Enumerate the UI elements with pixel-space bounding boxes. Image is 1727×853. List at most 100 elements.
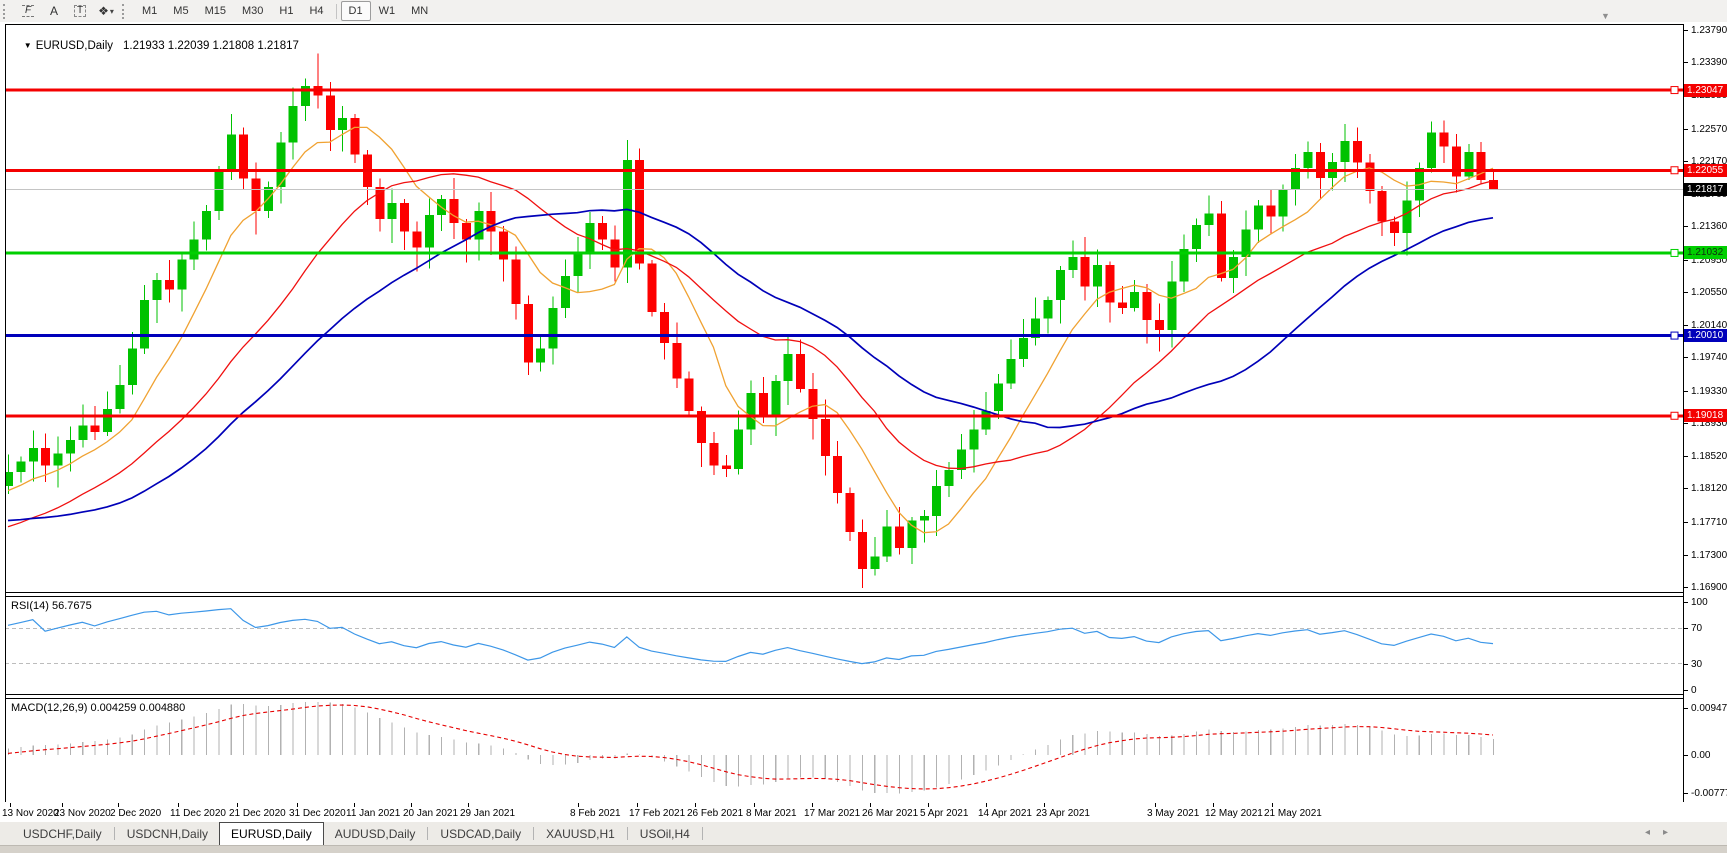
date-tick xyxy=(637,803,638,807)
candle-body xyxy=(1018,338,1028,360)
timeframe-button-d1[interactable]: D1 xyxy=(340,1,371,21)
text-tool-icon[interactable]: T xyxy=(67,2,93,20)
toolbar-grip-2[interactable] xyxy=(122,3,128,19)
chevron-down-icon[interactable]: ▾ xyxy=(110,7,114,16)
timeframe-button-m15[interactable]: M15 xyxy=(197,1,234,21)
text-tool-glyph: T xyxy=(73,5,87,17)
candle-body xyxy=(1303,152,1313,169)
line-handle[interactable] xyxy=(1670,331,1679,340)
ma-line-8[interactable] xyxy=(7,126,1494,534)
candle-body xyxy=(338,118,348,131)
candle-body xyxy=(969,429,979,450)
tab-usdcad-daily[interactable]: USDCAD,Daily xyxy=(429,823,532,845)
tab-eurusd-daily[interactable]: EURUSD,Daily xyxy=(219,822,324,845)
price-chart-panel[interactable]: ▼ EURUSD,Daily 1.21933 1.22039 1.21808 1.2… xyxy=(5,24,1683,592)
date-axis-label: 13 Nov 2020 xyxy=(2,808,59,819)
date-axis-label: 11 Jan 2021 xyxy=(346,808,401,819)
collapse-triangle-icon[interactable]: ▼ xyxy=(24,41,32,50)
candle-body xyxy=(771,380,781,416)
date-axis-label: 3 May 2021 xyxy=(1147,808,1200,819)
line-handle[interactable] xyxy=(1670,248,1679,257)
macd-indicator-panel[interactable]: MACD(12,26,9) 0.004259 0.004880 xyxy=(5,698,1683,802)
date-axis-label: 21 Dec 2020 xyxy=(229,808,286,819)
tab-xauusd-h1[interactable]: XAUUSD,H1 xyxy=(535,823,626,845)
candle-body xyxy=(647,263,657,313)
tab-audusd-daily[interactable]: AUDUSD,Daily xyxy=(324,823,427,845)
candle-body xyxy=(919,515,929,521)
candle-body xyxy=(833,456,843,494)
rsi-splitter-top[interactable] xyxy=(5,592,1727,593)
axis-tick xyxy=(1684,160,1688,162)
axis-tick xyxy=(1684,708,1688,710)
tab-scroll-left-icon[interactable]: ◂ xyxy=(1645,827,1650,838)
rsi-axis-label: 0 xyxy=(1691,685,1697,696)
rsi-indicator-panel[interactable]: RSI(14) 56.7675 xyxy=(5,596,1683,694)
timeframe-button-mn[interactable]: MN xyxy=(403,1,436,21)
date-axis-label: 5 Apr 2021 xyxy=(920,808,969,819)
date-tick xyxy=(1213,803,1214,807)
candle-body xyxy=(783,354,793,381)
fibonacci-icon[interactable]: F xyxy=(15,2,41,20)
line-handle[interactable] xyxy=(1670,86,1679,95)
date-tick xyxy=(178,803,179,807)
axis-tick xyxy=(1684,521,1688,523)
candle-body xyxy=(560,275,570,309)
date-axis-label: 12 May 2021 xyxy=(1205,808,1263,819)
line-handle[interactable] xyxy=(1670,166,1679,175)
tab-scroll-right-icon[interactable]: ▸ xyxy=(1663,827,1668,838)
timeframe-button-h4[interactable]: H4 xyxy=(301,1,331,21)
candle-body xyxy=(152,279,162,301)
date-tick xyxy=(578,803,579,807)
tab-usdchf-daily[interactable]: USDCHF,Daily xyxy=(12,823,113,845)
tab-divider xyxy=(427,827,429,840)
candle-body xyxy=(932,485,942,516)
axis-tick xyxy=(1684,663,1688,665)
ma-line-34[interactable] xyxy=(7,208,1494,522)
tab-usdcnh-daily[interactable]: USDCNH,Daily xyxy=(116,823,219,845)
candle-body xyxy=(1167,281,1177,330)
timeframe-button-m5[interactable]: M5 xyxy=(165,1,196,21)
symbol-title: EURUSD,Daily xyxy=(35,40,114,52)
date-axis-label: 20 Jan 2021 xyxy=(403,808,459,819)
candle-body xyxy=(1476,152,1486,181)
chart-shift-marker-icon[interactable]: ▼ xyxy=(1601,11,1610,21)
toolbar-grip[interactable] xyxy=(3,3,9,19)
price-axis-label: 1.18520 xyxy=(1691,451,1727,463)
rsi-splitter-bottom[interactable] xyxy=(5,596,1727,597)
tab-usoil-h4[interactable]: USOil,H4 xyxy=(629,823,701,845)
tab-divider xyxy=(626,827,628,840)
candle-body xyxy=(214,170,224,212)
line-handle[interactable] xyxy=(1670,411,1679,420)
timeframe-button-m1[interactable]: M1 xyxy=(134,1,165,21)
candle-body xyxy=(944,469,954,486)
candle-body xyxy=(412,231,422,248)
date-tick xyxy=(468,803,469,807)
date-axis-label: 8 Feb 2021 xyxy=(570,808,621,819)
timeframe-button-h1[interactable]: H1 xyxy=(271,1,301,21)
arrows-tool-icon[interactable]: ❖ ▾ xyxy=(93,2,119,20)
candle-body xyxy=(684,378,694,411)
candle-body xyxy=(127,348,137,385)
date-axis[interactable]: 13 Nov 2020 23 Nov 2020 2 Dec 2020 11 Dec 2… xyxy=(0,802,1727,822)
timeframe-button-m30[interactable]: M30 xyxy=(234,1,271,21)
rsi-axis-label: 30 xyxy=(1691,658,1703,670)
axis-tick xyxy=(1684,793,1688,795)
candle-body xyxy=(1402,200,1412,233)
macd-splitter-bottom[interactable] xyxy=(5,698,1727,699)
tab-divider xyxy=(113,827,115,840)
candle-body xyxy=(375,186,385,220)
candle-body xyxy=(78,425,88,440)
candle-body xyxy=(573,251,583,276)
text-label-icon[interactable]: A xyxy=(41,2,67,20)
candle-body xyxy=(548,308,558,349)
axis-tick xyxy=(1684,586,1688,588)
date-tick xyxy=(986,803,987,807)
timeframe-button-w1[interactable]: W1 xyxy=(371,1,404,21)
macd-splitter-top[interactable] xyxy=(5,694,1727,695)
date-tick xyxy=(237,803,238,807)
macd-chart-svg xyxy=(7,702,1495,794)
date-tick xyxy=(695,803,696,807)
date-axis-label: 21 May 2021 xyxy=(1264,808,1322,819)
price-axis[interactable]: 1.237901.233901.229801.225701.221701.217… xyxy=(1684,24,1727,802)
price-axis-label: 1.20550 xyxy=(1691,286,1727,298)
